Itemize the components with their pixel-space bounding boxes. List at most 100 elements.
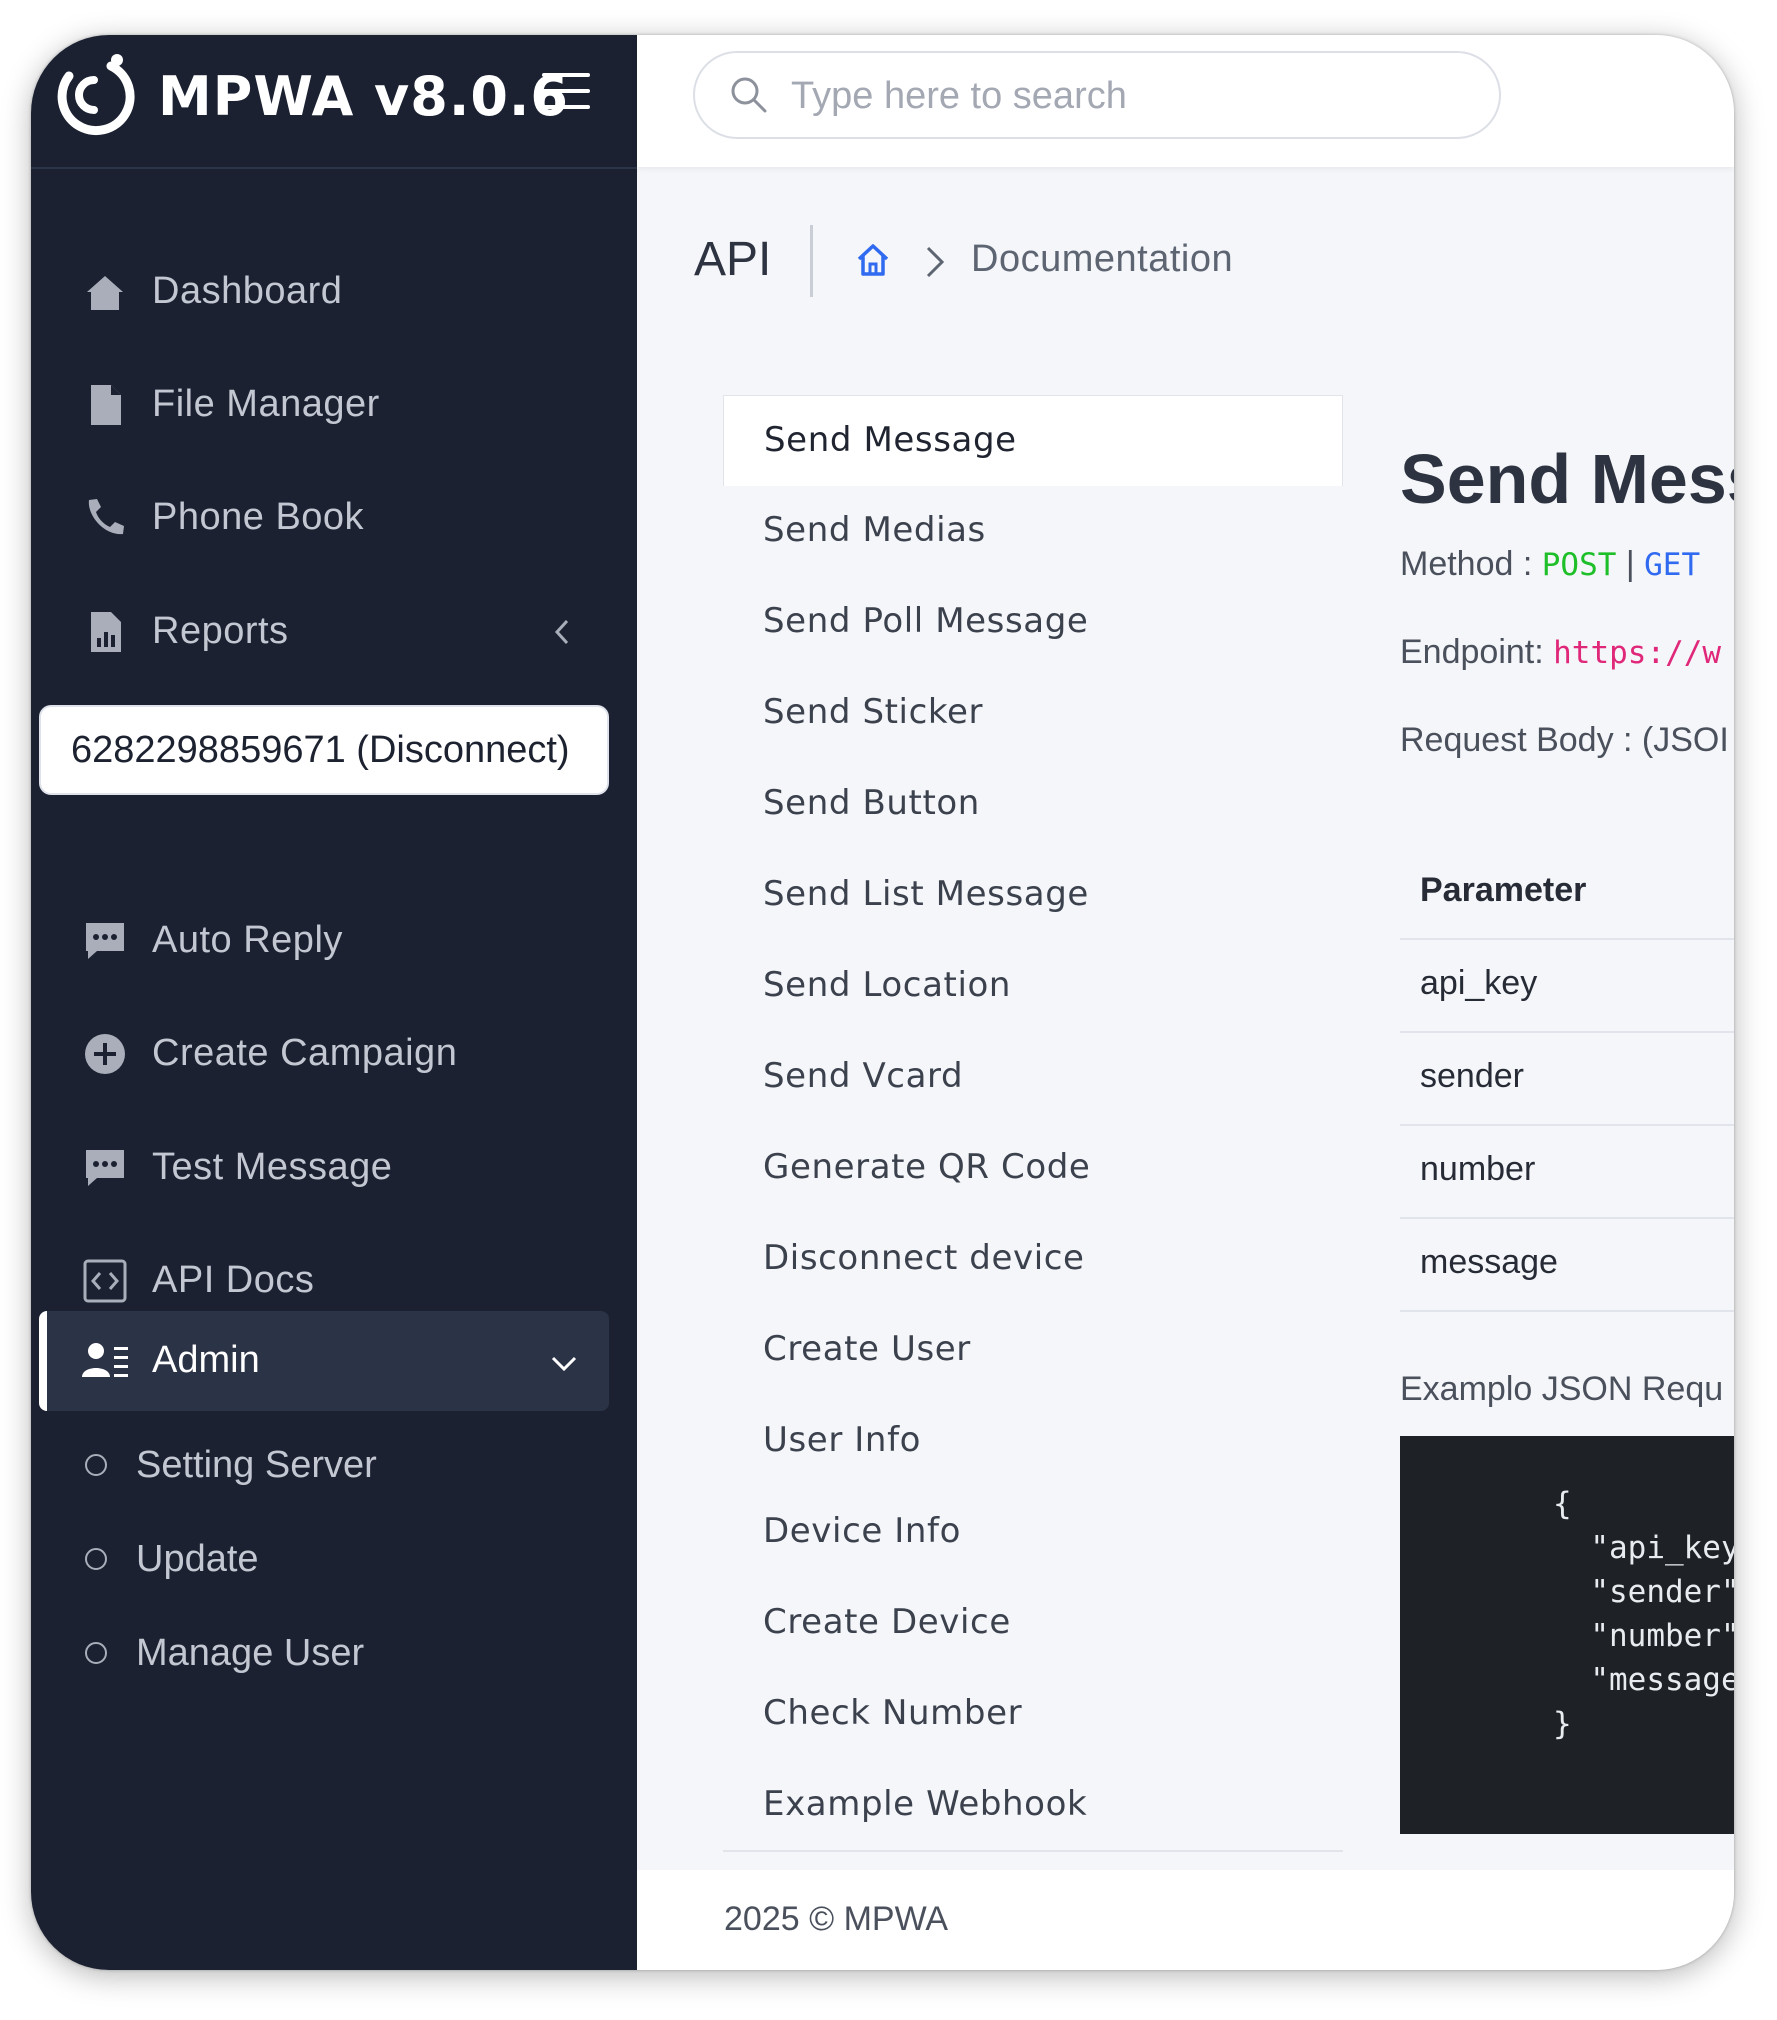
- api-menu-item-label: Send Message: [764, 420, 1017, 460]
- method-post: POST: [1541, 547, 1617, 583]
- api-menu-item-create-user[interactable]: Create User: [723, 1305, 1343, 1396]
- sidebar-item-admin[interactable]: Admin: [39, 1311, 609, 1411]
- method-label: Method :: [1400, 545, 1542, 583]
- api-menu-item-send-poll-message[interactable]: Send Poll Message: [723, 577, 1343, 668]
- device-status-label: 6282298859671 (Disconnect): [71, 729, 570, 771]
- api-menu-item-label: User Info: [763, 1420, 922, 1460]
- api-menu-item-label: Check Number: [763, 1693, 1023, 1733]
- circle-icon: [85, 1454, 107, 1476]
- breadcrumb-home-icon[interactable]: [854, 241, 892, 279]
- sidebar-item-label: API Docs: [152, 1259, 315, 1301]
- api-menu-item-create-device[interactable]: Create Device: [723, 1578, 1343, 1669]
- sidebar-subitem-manage-user[interactable]: Manage User: [31, 1612, 637, 1692]
- table-row: api_key: [1400, 940, 1734, 1033]
- api-menu-item-label: Send Button: [763, 783, 980, 823]
- sidebar-item-label: Create Campaign: [152, 1032, 458, 1074]
- app-window: MPWA v8.0.6 Dashboard File Manager Phone…: [31, 35, 1734, 1970]
- search-box[interactable]: [693, 51, 1501, 139]
- api-menu-item-user-info[interactable]: User Info: [723, 1396, 1343, 1487]
- api-menu-item-send-message[interactable]: Send Message: [723, 395, 1343, 486]
- sidebar-subitem-setting-server[interactable]: Setting Server: [31, 1424, 637, 1504]
- home-icon: [87, 276, 123, 310]
- api-menu-item-send-medias[interactable]: Send Medias: [723, 486, 1343, 577]
- sidebar-item-label: Test Message: [152, 1146, 393, 1188]
- api-menu-item-send-button[interactable]: Send Button: [723, 759, 1343, 850]
- api-menu-item-check-number[interactable]: Check Number: [723, 1669, 1343, 1760]
- table-row: number: [1400, 1126, 1734, 1219]
- code-block: { "api_key "sender" "number" "message }: [1400, 1436, 1734, 1834]
- table-cell: message: [1420, 1243, 1558, 1281]
- api-menu-item-send-sticker[interactable]: Send Sticker: [723, 668, 1343, 759]
- sidebar-item-label: Reports: [152, 610, 289, 652]
- api-menu-item-label: Generate QR Code: [763, 1147, 1091, 1187]
- table-row: sender: [1400, 1033, 1734, 1126]
- top-bar: [637, 35, 1734, 167]
- sidebar-item-dashboard[interactable]: Dashboard: [31, 246, 637, 336]
- api-menu-item-disconnect-device[interactable]: Disconnect device: [723, 1214, 1343, 1305]
- circle-icon: [85, 1548, 107, 1570]
- menu-toggle-icon[interactable]: [542, 73, 590, 113]
- api-menu-item-label: Create Device: [763, 1602, 1011, 1642]
- sidebar-item-label: Dashboard: [152, 270, 343, 312]
- plus-circle-icon: [85, 1034, 125, 1074]
- method-get: GET: [1644, 547, 1701, 583]
- api-menu-item-label: Send Vcard: [763, 1056, 964, 1096]
- table-cell: number: [1420, 1150, 1536, 1188]
- example-json-label: Examplo JSON Requ: [1400, 1370, 1724, 1408]
- api-menu: Send Message Send Medias Send Poll Messa…: [723, 395, 1343, 1970]
- header-divider: [810, 225, 813, 297]
- api-menu-item-example-webhook[interactable]: Example Webhook: [723, 1760, 1343, 1851]
- api-menu-item-send-vcard[interactable]: Send Vcard: [723, 1032, 1343, 1123]
- code-icon: [83, 1259, 127, 1303]
- api-menu-item-label: Send Sticker: [763, 692, 984, 732]
- sidebar-item-auto-reply[interactable]: Auto Reply: [31, 895, 637, 985]
- search-input[interactable]: [789, 67, 1453, 125]
- api-menu-item-label: Send Medias: [763, 510, 986, 550]
- phone-icon: [88, 499, 124, 535]
- api-menu-item-send-list-message[interactable]: Send List Message: [723, 850, 1343, 941]
- sidebar: MPWA v8.0.6 Dashboard File Manager Phone…: [31, 35, 637, 1970]
- sidebar-item-label: Admin: [152, 1339, 260, 1381]
- table-header-cell: Parameter: [1420, 871, 1587, 909]
- footer-text: 2025 © MPWA: [724, 1900, 949, 1938]
- sidebar-item-label: Phone Book: [152, 496, 365, 538]
- api-menu-item-label: Send List Message: [763, 874, 1089, 914]
- sidebar-item-reports[interactable]: Reports: [31, 586, 637, 676]
- file-icon: [91, 385, 121, 425]
- device-status-button[interactable]: 6282298859671 (Disconnect): [39, 705, 609, 795]
- endpoint-line: Endpoint: https://w: [1400, 633, 1721, 672]
- api-menu-item-label: Send Location: [763, 965, 1012, 1005]
- sidebar-item-phone-book[interactable]: Phone Book: [31, 472, 637, 562]
- api-menu-item-label: Send Poll Message: [763, 601, 1089, 641]
- endpoint-value: https://w: [1553, 635, 1722, 671]
- mpwa-logo-icon: [57, 54, 135, 136]
- sidebar-subitem-label: Update: [136, 1538, 259, 1580]
- breadcrumb-current: Documentation: [971, 238, 1234, 280]
- table-cell: sender: [1420, 1057, 1524, 1095]
- search-icon: [731, 77, 767, 113]
- sidebar-subitem-label: Manage User: [136, 1632, 365, 1674]
- api-menu-item-generate-qr-code[interactable]: Generate QR Code: [723, 1123, 1343, 1214]
- sidebar-item-label: Auto Reply: [152, 919, 343, 961]
- chevron-down-icon: [551, 1356, 577, 1372]
- chevron-left-icon: [554, 619, 569, 645]
- sidebar-subitem-update[interactable]: Update: [31, 1518, 637, 1598]
- sidebar-item-file-manager[interactable]: File Manager: [31, 359, 637, 449]
- api-menu-item-device-info[interactable]: Device Info: [723, 1487, 1343, 1578]
- table-row: message: [1400, 1219, 1734, 1312]
- sidebar-subitem-label: Setting Server: [136, 1444, 377, 1486]
- sidebar-item-create-campaign[interactable]: Create Campaign: [31, 1008, 637, 1098]
- api-menu-item-send-location[interactable]: Send Location: [723, 941, 1343, 1032]
- sidebar-item-test-message[interactable]: Test Message: [31, 1122, 637, 1212]
- footer: 2025 © MPWA: [637, 1870, 1734, 1970]
- app-title: MPWA v8.0.6: [158, 65, 569, 128]
- user-list-icon: [82, 1343, 128, 1377]
- chat-icon: [86, 1150, 124, 1186]
- report-icon: [91, 612, 121, 652]
- endpoint-label: Endpoint:: [1400, 633, 1554, 671]
- breadcrumb-chevron-icon: [926, 246, 945, 278]
- code-text: { "api_key "sender" "number" "message }: [1553, 1486, 1734, 1742]
- circle-icon: [85, 1642, 107, 1664]
- method-line: Method : POST | GET: [1400, 545, 1700, 584]
- api-menu-item-label: Create User: [763, 1329, 971, 1369]
